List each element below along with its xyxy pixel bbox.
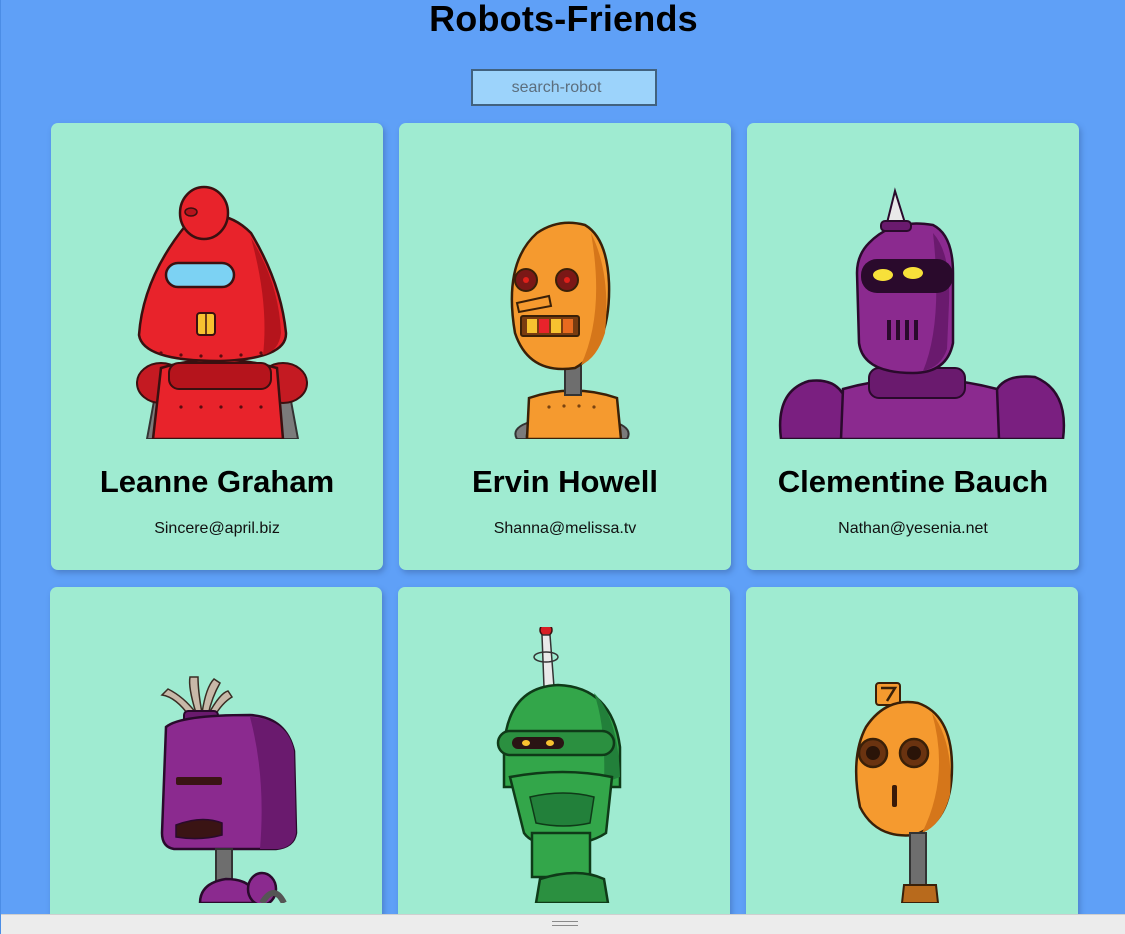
resize-bar[interactable] [1, 914, 1125, 934]
robot-card[interactable] [746, 587, 1078, 927]
purple-robot-icon [778, 187, 1066, 439]
search-input[interactable] [471, 69, 657, 106]
resize-handle-icon[interactable] [552, 921, 578, 927]
robot-email: Sincere@april.biz [154, 520, 280, 537]
robot-name: Ervin Howell [471, 464, 659, 499]
robot-card[interactable] [398, 587, 730, 927]
robot-card[interactable] [50, 587, 382, 927]
orange-robot-icon [510, 221, 630, 439]
green-robot-icon [496, 627, 622, 903]
robot-email: Nathan@yesenia.net [838, 520, 988, 537]
robot-card[interactable]: Clementine Bauch Nathan@yesenia.net [747, 123, 1079, 570]
red-robot-icon [136, 185, 308, 439]
orange-robot-icon [854, 682, 954, 903]
page-title: Robots-Friends [429, 0, 698, 39]
robot-card[interactable]: Leanne Graham Sincere@april.biz [51, 123, 383, 570]
robot-card[interactable]: Ervin Howell Shanna@melissa.tv [399, 123, 731, 570]
robot-name: Clementine Bauch [777, 464, 1049, 499]
robot-name: Leanne Graham [99, 464, 335, 499]
robot-email: Shanna@melissa.tv [493, 520, 637, 537]
purple-robot-icon [160, 676, 298, 903]
